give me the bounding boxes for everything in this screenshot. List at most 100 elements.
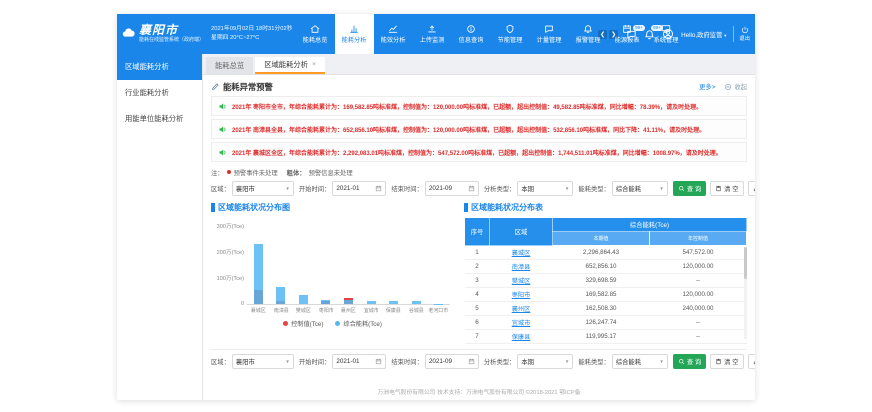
- nav-prev-icon[interactable]: ❮: [598, 30, 607, 39]
- home-icon: [310, 24, 320, 34]
- clear-button[interactable]: 清 空: [710, 354, 743, 369]
- region-select[interactable]: 襄阳市▼: [232, 354, 294, 369]
- region-link[interactable]: 保康县: [512, 334, 531, 341]
- collapse-link[interactable]: 收起: [724, 82, 747, 91]
- alert-panel-header: 能耗异常预警 更多> 收起: [211, 80, 747, 93]
- alert-row[interactable]: 2021年 枣阳市全市，年综合能耗累计为：169,582.85吨标准煤，控制值为…: [211, 96, 747, 116]
- col-header-region: 区域: [490, 218, 553, 246]
- close-icon[interactable]: ×: [312, 61, 316, 68]
- region-link[interactable]: 樊城区: [512, 278, 531, 285]
- chart-bar-consumption: [412, 301, 421, 304]
- upload-icon: [427, 24, 437, 34]
- chart-legend: 控制值(Tce) 综合能耗(Tce): [211, 319, 454, 328]
- sidebar-item[interactable]: 用能单位能耗分析: [117, 106, 202, 132]
- y-axis-label: 0: [241, 301, 247, 307]
- region-energy-table: 序号 区域 综合能耗(Tce) 本期值 年控制值 1 襄城区 2: [464, 217, 747, 344]
- col-header-group: 综合能耗(Tce): [553, 218, 747, 232]
- filter-row-top: 区域： 襄阳市▼ 开始时间： 2021-01 结束时间： 2021-09 分析类…: [211, 177, 747, 200]
- nav-item[interactable]: 能效分析: [374, 14, 413, 54]
- region-link[interactable]: 宜城市: [512, 320, 531, 327]
- nav-item[interactable]: 能耗分析: [335, 14, 374, 54]
- bar-chart-plot: 300万(Tce)200万(Tce)100万(Tce)0襄城区南漳县樊城区枣阳市…: [247, 226, 450, 305]
- section-marker-icon: [211, 203, 215, 212]
- energy-type-select[interactable]: 综合能耗▼: [612, 181, 668, 196]
- header-right: 99+ 99+ Hello,政府监管 ▾ 退出: [621, 14, 755, 54]
- x-axis-label: 南漳县: [270, 307, 291, 314]
- search-button[interactable]: 查 询: [673, 181, 706, 196]
- logo-icon: [121, 26, 136, 43]
- region-link[interactable]: 南漳县: [512, 264, 531, 271]
- sidebar-item[interactable]: 行业能耗分析: [117, 80, 202, 106]
- start-date-input[interactable]: 2021-01: [332, 354, 386, 369]
- x-axis-label: 襄城区: [248, 307, 269, 314]
- horn-icon: [218, 102, 227, 111]
- nav-item[interactable]: 能耗总览: [296, 14, 335, 54]
- legend-item[interactable]: 综合能耗(Tce): [335, 319, 382, 328]
- region-select[interactable]: 襄阳市▼: [232, 181, 294, 196]
- user-icon[interactable]: [662, 28, 674, 40]
- x-axis-label: 保康县: [383, 307, 404, 314]
- legend-item[interactable]: 控制值(Tce): [283, 319, 323, 328]
- cards-row: 区域能耗状况分布图 300万(Tce)200万(Tce)100万(Tce)0襄城…: [211, 202, 747, 344]
- chart-bar-consumption: [389, 301, 398, 304]
- tab[interactable]: 能耗总览: [206, 57, 253, 74]
- system-subtitle: 能耗在线监管系统（政府端）: [139, 38, 204, 44]
- calendar-icon: [468, 358, 475, 365]
- alert-row[interactable]: 2021年 襄城区全区，年综合能耗累计为：2,292,083.01吨标准煤，控制…: [211, 142, 747, 162]
- content-area: 能耗异常预警 更多> 收起 2021年 枣阳市全市，年综合能耗累计为：169,5…: [203, 75, 755, 400]
- export-button[interactable]: 导 出: [748, 354, 755, 369]
- clear-button[interactable]: 清 空: [710, 181, 743, 196]
- shield-icon: [505, 24, 515, 34]
- region-link[interactable]: 枣阳市: [512, 292, 531, 299]
- region-link[interactable]: 襄州区: [512, 306, 531, 313]
- analysis-type-select[interactable]: 本期▼: [517, 354, 573, 369]
- end-date-input[interactable]: 2021-09: [425, 181, 479, 196]
- logout-button[interactable]: 退出: [733, 26, 750, 43]
- chart-bar-consumption: [299, 295, 308, 304]
- y-axis-label: 200万(Tce): [217, 248, 247, 256]
- alert-list: 2021年 枣阳市全市，年综合能耗累计为：169,582.85吨标准煤，控制值为…: [211, 93, 747, 162]
- nav-item[interactable]: 信息查询: [452, 14, 491, 54]
- table-row: 3 樊城区 329,698.59 --: [465, 274, 747, 288]
- alert-row[interactable]: 2021年 南漳县全县，年综合能耗累计为：652,856.10吨标准煤，控制值为…: [211, 119, 747, 139]
- app-window: 襄阳市 能耗在线监管系统（政府端） 2021年09月02日 18时31分02秒 …: [117, 14, 755, 400]
- city-title: 襄阳市: [139, 24, 204, 38]
- sidebar-item[interactable]: 区域能耗分析: [117, 54, 202, 80]
- export-button[interactable]: 导 出: [748, 181, 755, 196]
- start-date-input[interactable]: 2021-01: [332, 181, 386, 196]
- energy-type-select[interactable]: 综合能耗▼: [612, 354, 668, 369]
- analysis-type-select[interactable]: 本期▼: [517, 181, 573, 196]
- region-link[interactable]: 襄城区: [512, 250, 531, 257]
- col-header-current: 本期值: [553, 232, 650, 246]
- message-icon[interactable]: 99+: [626, 29, 637, 40]
- table-scrollbar[interactable]: [744, 247, 747, 339]
- y-axis-label: 100万(Tce): [217, 274, 247, 282]
- bell-icon[interactable]: 99+: [644, 29, 655, 40]
- calendar-icon: [468, 185, 475, 192]
- bar-chart-icon: [349, 24, 359, 34]
- info-icon: [466, 24, 476, 34]
- notice-badge: 99+: [651, 25, 663, 31]
- legend-note: 注： 预警事件未处理 粗体： 预警信息未处理: [211, 167, 747, 177]
- nav-item[interactable]: 计量管理: [530, 14, 569, 54]
- gauge-icon: [544, 24, 554, 34]
- nav-item[interactable]: 节能管理: [491, 14, 530, 54]
- chart-title: 区域能耗状况分布图: [218, 202, 290, 213]
- table-row: 7 保康县 119,995.17 --: [465, 330, 747, 344]
- search-button[interactable]: 查 询: [673, 354, 706, 369]
- nav-scroll-arrows: ❮ ❯: [595, 14, 621, 54]
- red-dot-icon: [227, 170, 231, 174]
- table-title-row: 区域能耗状况分布表: [464, 202, 747, 213]
- table-row: 4 枣阳市 169,582.85 120,000.00: [465, 288, 747, 302]
- tab-bar: 能耗总览区域能耗分析×: [203, 54, 755, 75]
- more-link[interactable]: 更多>: [699, 82, 715, 91]
- tab[interactable]: 区域能耗分析×: [255, 57, 325, 74]
- chart-bar-consumption: [434, 304, 443, 305]
- nav-item[interactable]: 上传监测: [413, 14, 452, 54]
- nav-next-icon[interactable]: ❯: [609, 30, 618, 39]
- chart-title-row: 区域能耗状况分布图: [211, 202, 454, 213]
- end-date-input[interactable]: 2021-09: [425, 354, 479, 369]
- x-axis-label: 樊城区: [293, 307, 314, 314]
- user-greeting[interactable]: Hello,政府监管 ▾: [681, 30, 726, 39]
- sidebar: 区域能耗分析行业能耗分析用能单位能耗分析: [117, 54, 203, 400]
